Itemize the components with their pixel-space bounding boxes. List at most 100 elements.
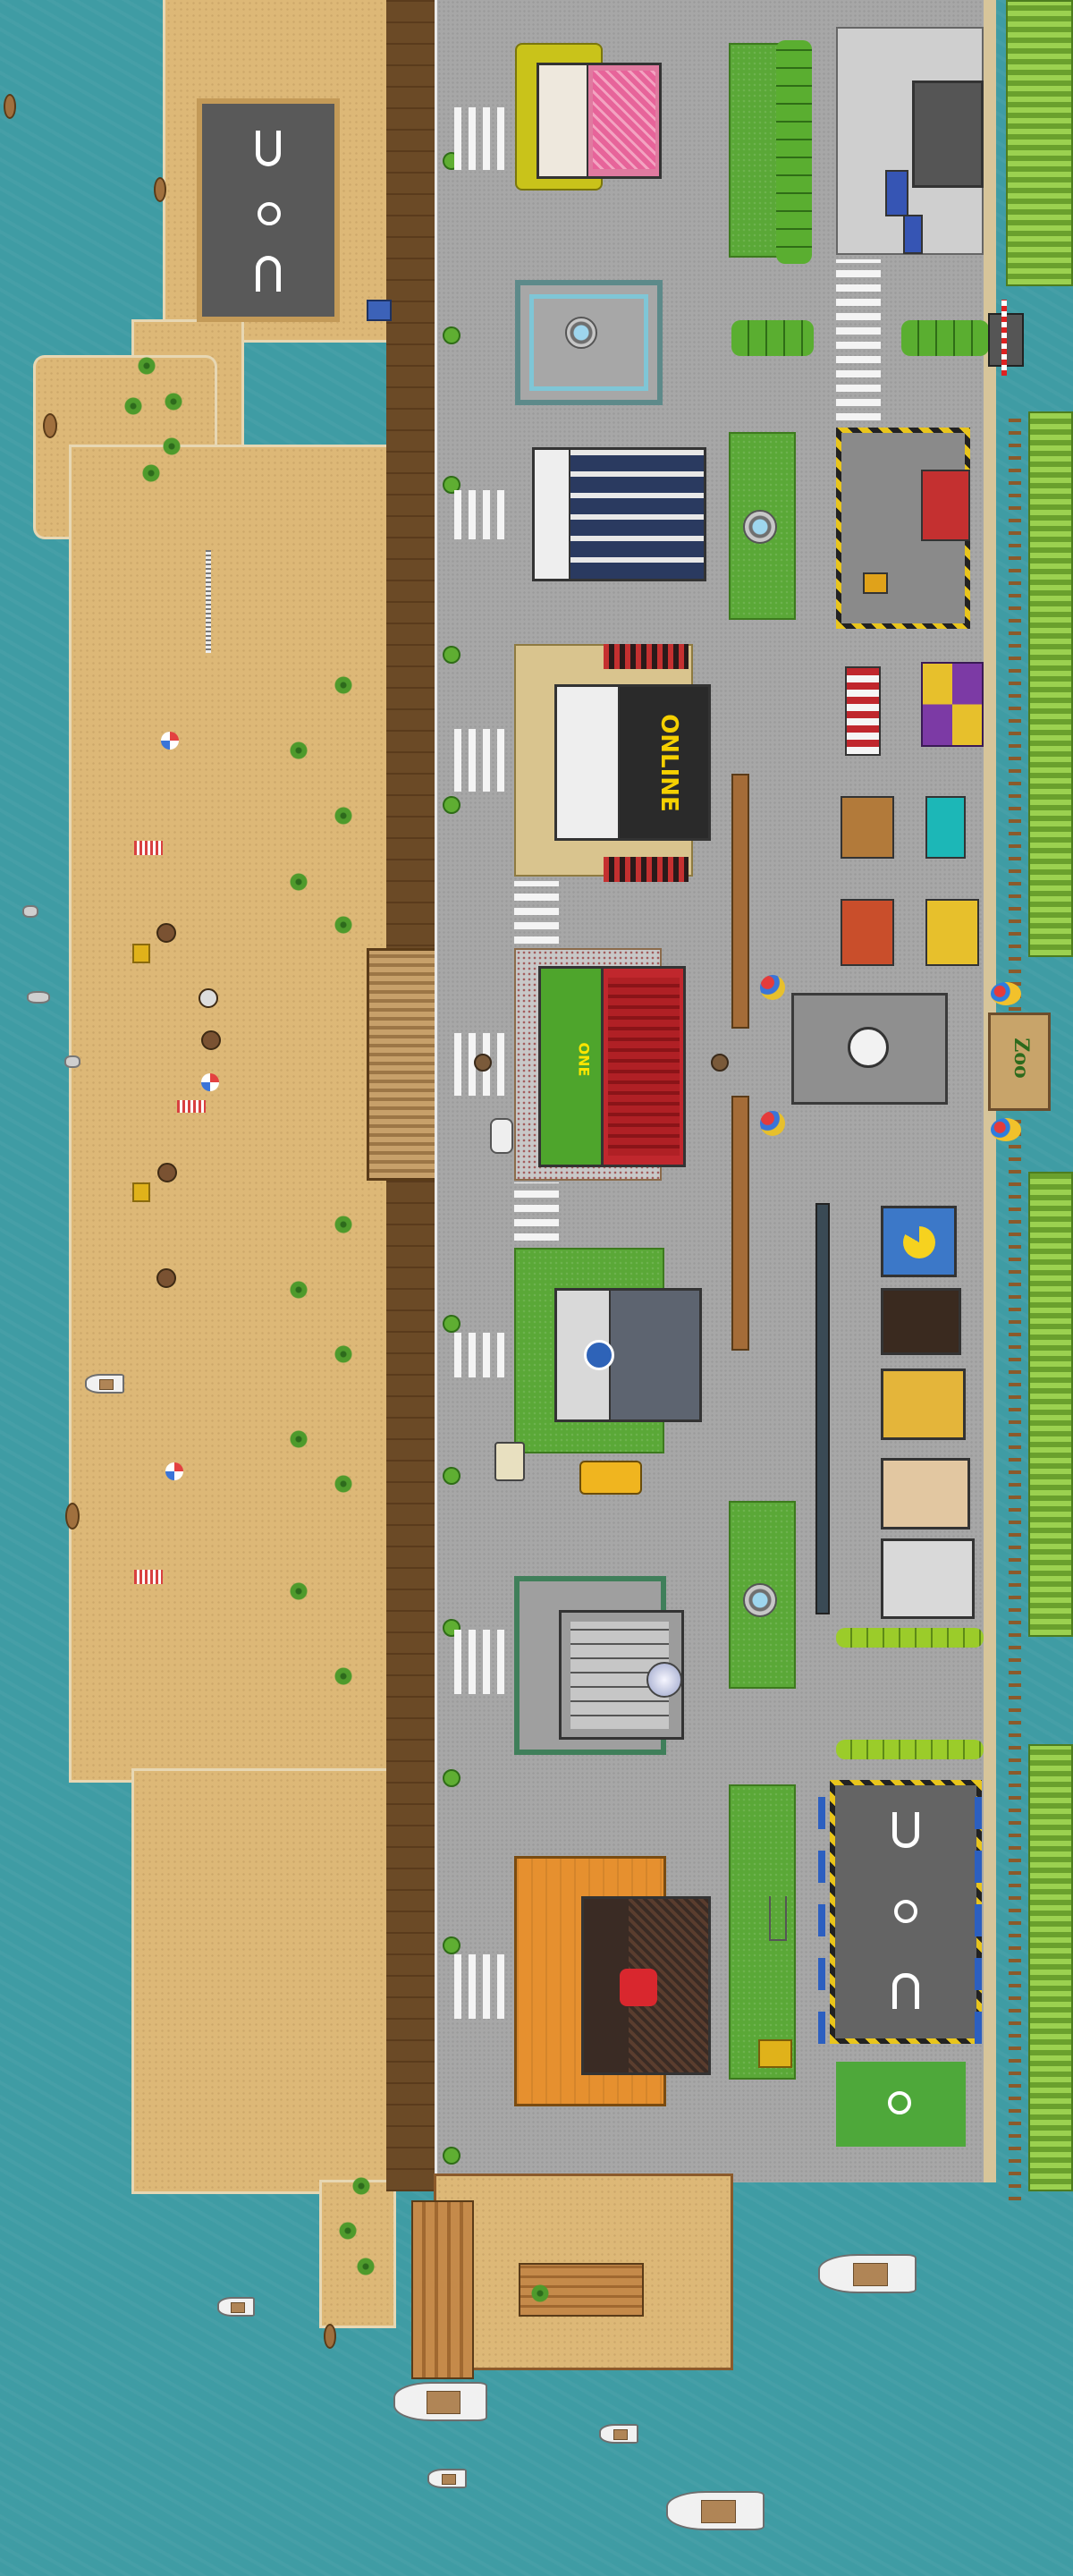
candy-house[interactable] [881,1458,970,1530]
mansion-building[interactable] [536,63,662,179]
palm-tree-icon [286,1579,311,1604]
balloon-cluster [760,1111,785,1136]
arcade-building[interactable] [912,80,984,188]
circus-tent[interactable] [921,662,984,747]
school-bus-icon[interactable] [579,1461,642,1495]
palm-tree-icon [286,1427,311,1452]
hedge-row [836,1740,984,1759]
lab-building[interactable] [559,1610,684,1740]
vending-machine[interactable] [903,215,923,254]
cafe-front [541,969,604,1165]
rowboat-icon[interactable] [4,94,16,119]
beach-umbrella-icon [157,1163,177,1182]
mansion-facade [539,65,588,176]
bus-icon[interactable] [494,1442,525,1481]
playground-slide[interactable] [758,2039,792,2068]
palm-tree-icon [121,394,146,419]
market-stall[interactable] [841,796,894,859]
sun-lounger-icon[interactable] [132,944,150,963]
street-tree [443,646,460,664]
mall-store[interactable] [881,1538,975,1619]
park-strip-3 [729,1501,796,1689]
fountain-icon[interactable] [565,317,597,349]
helipad-center-mark [258,202,281,225]
pacman-icon [903,1226,935,1258]
towel-icon [177,1100,206,1113]
rowboat-icon[interactable] [154,177,166,202]
market-stall[interactable] [925,899,979,966]
fountain-icon[interactable] [743,1583,777,1617]
retro-shop[interactable] [881,1288,961,1355]
boat-icon[interactable] [666,2491,765,2530]
street-tree [443,1769,460,1787]
site-office[interactable] [921,470,970,541]
office-wall [535,450,570,579]
rowboat-icon[interactable] [65,1503,80,1530]
volleyball-net[interactable] [206,550,211,653]
rowboat-icon[interactable] [324,2324,336,2349]
mansion-roof [593,71,655,169]
boat-icon[interactable] [599,2424,638,2444]
palm-tree-icon [139,461,164,486]
swing-set[interactable] [769,1896,787,1941]
palm-tree-icon [349,2174,374,2199]
clock-tower-icon[interactable] [791,993,948,1105]
palm-tree-icon [134,353,159,378]
bar-front-wall [557,687,620,838]
towel-icon [134,1570,163,1584]
palm-tree-icon [159,434,184,459]
store-building[interactable] [581,1896,711,2075]
market-stall[interactable] [845,666,881,756]
dock-pier[interactable] [411,2200,474,2379]
palm-tree-icon [161,389,186,414]
hedge-column [776,40,812,264]
online-bar-building[interactable]: ONLINE [554,684,711,841]
helipad-beach[interactable] [197,98,340,322]
boat-icon[interactable] [393,2382,487,2421]
field-center-mark [888,2091,911,2114]
crop-field-4 [1028,1744,1073,2191]
zoo-gate[interactable]: Zoo [988,1013,1051,1111]
police-station[interactable] [554,1288,702,1422]
crosswalk [454,1333,510,1377]
sports-field[interactable] [836,2062,966,2147]
crosswalk [514,1182,559,1241]
clock-face [848,1027,889,1068]
boat-icon[interactable] [85,1374,124,1394]
cafe-building[interactable]: ONE [538,966,686,1167]
beach-ball-icon[interactable] [161,732,179,750]
play-button-icon[interactable] [620,1969,657,2006]
bar-awning-bottom [604,857,689,882]
reflecting-pool[interactable] [515,280,663,405]
palm-tree-icon [286,1277,311,1302]
office-building[interactable] [532,447,706,581]
helipad-marking-bottom [256,256,281,292]
boat-icon[interactable] [217,2297,255,2317]
block-puzzle-shop[interactable] [881,1368,966,1440]
rowboat-icon[interactable] [43,413,57,438]
crop-field-1 [1006,0,1073,286]
car-icon[interactable] [490,1118,513,1154]
boat-icon[interactable] [818,2254,917,2293]
beach-ball-icon[interactable] [201,1073,219,1091]
helipad-kiosk[interactable] [367,300,392,321]
parking-lot[interactable] [830,1780,982,2044]
palm-tree-icon [331,1471,356,1496]
fountain-icon[interactable] [743,510,777,544]
palm-tree-icon [331,912,356,937]
vending-machine[interactable] [885,170,908,216]
rock-icon [27,991,50,1004]
lot-top-marking [892,1812,919,1848]
beach-ball-icon[interactable] [165,1462,183,1480]
beach-umbrella-icon [156,1268,176,1288]
parking-surface [835,1785,976,2038]
sun-lounger-icon[interactable] [132,1182,150,1202]
arcade-shop-pacman[interactable] [881,1206,957,1277]
market-stall[interactable] [841,899,894,966]
boat-icon[interactable] [427,2469,467,2488]
market-stall[interactable] [925,796,966,859]
palm-tree-icon [331,803,356,828]
bar-awning-top [604,644,689,669]
lot-blue-poles [818,1784,825,2044]
online-bar-sign: ONLINE [655,714,682,812]
